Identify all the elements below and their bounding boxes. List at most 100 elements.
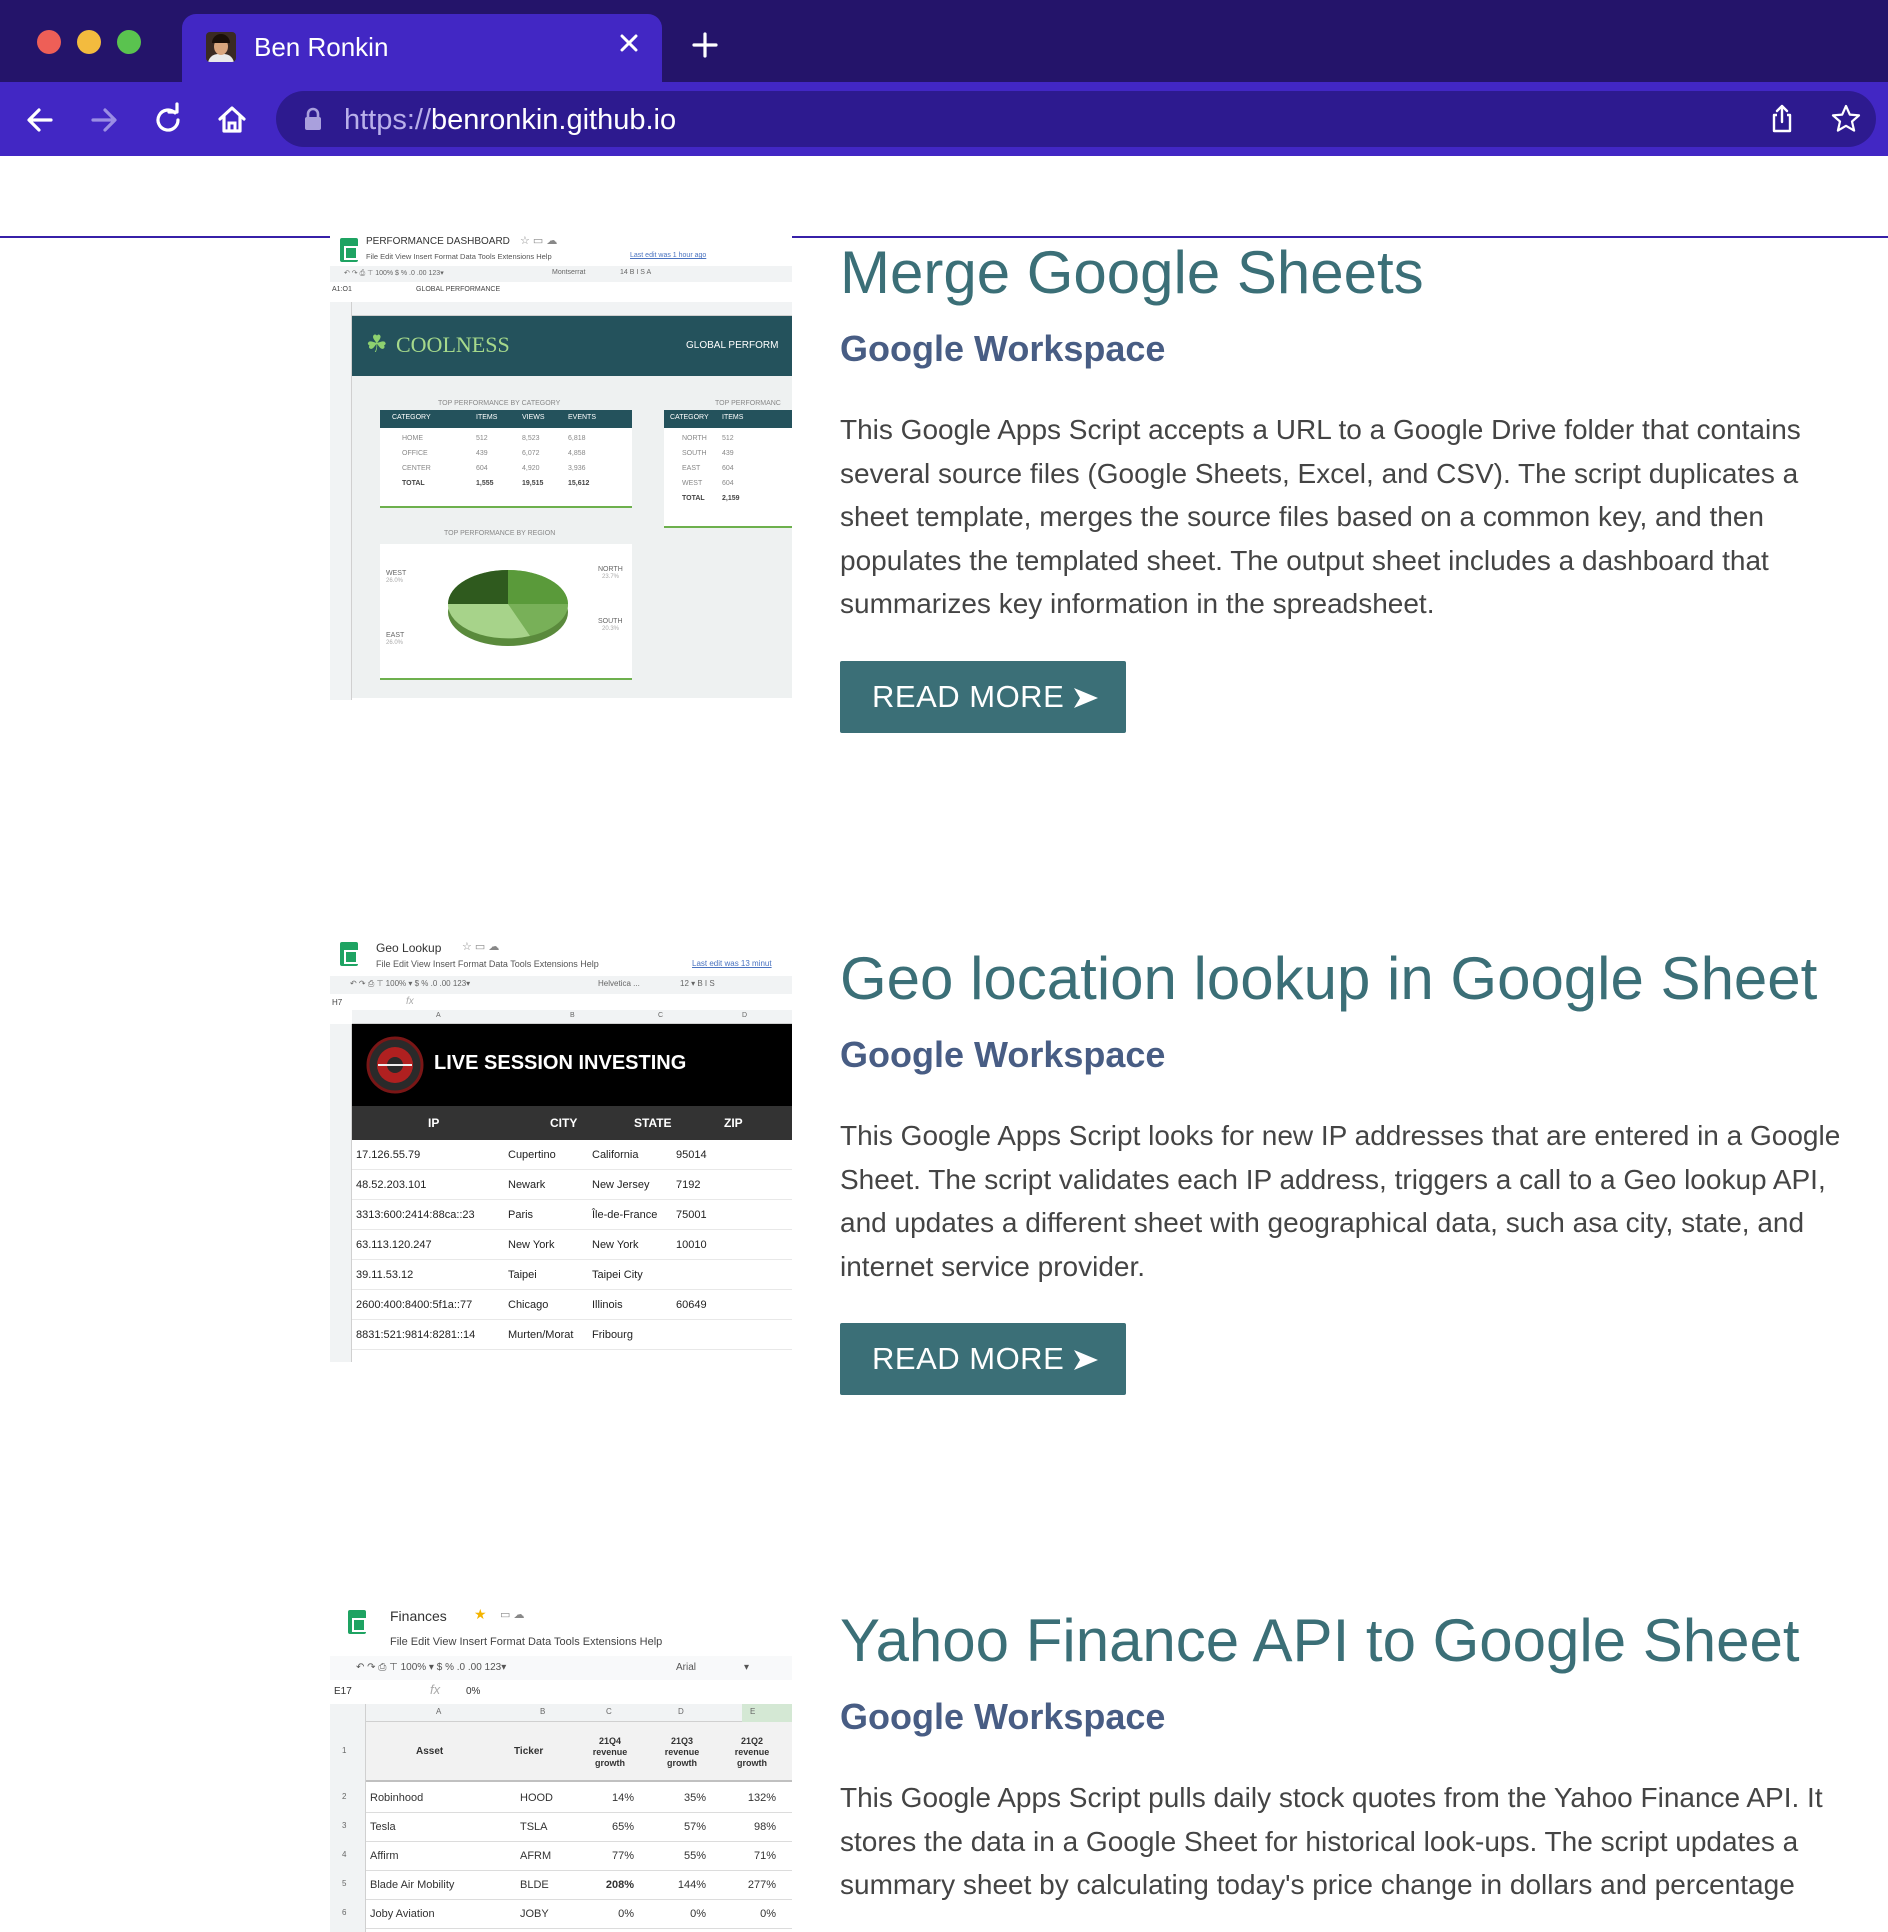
table-cell: 3,936 (568, 465, 586, 472)
geo-banner: LIVE SESSION INVESTING (352, 1024, 792, 1106)
table-cell: Tesla (370, 1821, 396, 1833)
browser-tab-active[interactable]: Ben Ronkin (182, 14, 662, 82)
browser-tab-bar: Ben Ronkin (0, 0, 1888, 82)
table-row: 4 Affirm AFRM 77% 55% 71% (342, 1842, 792, 1871)
table-cell: Taipei City (592, 1269, 643, 1281)
table-cell: New York (508, 1239, 555, 1251)
table-cell: 604 (722, 465, 734, 472)
table-cell: 17.126.55.79 (356, 1149, 421, 1161)
post-category: Google Workspace (840, 328, 1166, 369)
table-cell: EAST (682, 465, 701, 472)
row-number: 6 (342, 1908, 347, 1917)
reload-icon[interactable] (148, 100, 188, 140)
table-cell: 6,072 (522, 450, 540, 457)
table-cell: Robinhood (370, 1792, 424, 1804)
sheets-icon (340, 238, 358, 262)
address-bar[interactable]: https://benronkin.github.io (276, 91, 1876, 147)
table-cell: Chicago (508, 1299, 549, 1311)
close-tab-icon[interactable] (614, 28, 644, 58)
home-icon[interactable] (212, 100, 252, 140)
sheet-doc-name: PERFORMANCE DASHBOARD (366, 236, 510, 247)
table-header-cell: EVENTS (568, 414, 597, 421)
table-cell: 4,920 (522, 465, 540, 472)
star-icon: ☆ ▭ ☁ (520, 235, 558, 247)
read-more-label: READ MORE (872, 1341, 1065, 1376)
table-row: 63.113.120.247 New York New York 10010 (352, 1230, 792, 1260)
tab-title: Ben Ronkin (254, 32, 389, 62)
clover-icon: ☘ (366, 330, 388, 358)
table-cell: 48.52.203.101 (356, 1179, 427, 1191)
post-title[interactable]: Yahoo Finance API to Google Sheet (840, 1606, 1800, 1675)
sheet-doc-name: Finances (390, 1608, 447, 1624)
bookmark-star-icon[interactable] (1830, 103, 1862, 135)
sheet-menu: File Edit View Insert Format Data Tools … (366, 252, 552, 261)
dashboard-banner: ☘ COOLNESS GLOBAL PERFORM (352, 316, 792, 376)
post-thumbnail-dashboard[interactable]: PERFORMANCE DASHBOARD ☆ ▭ ☁ File Edit Vi… (330, 232, 792, 700)
table-cell: 604 (722, 480, 734, 487)
finance-header-row: Asset Ticker 21Q4 revenue growth 21Q3 re… (366, 1722, 792, 1782)
back-arrow-icon[interactable] (20, 100, 60, 140)
window-zoom-button[interactable] (117, 30, 141, 54)
window-close-button[interactable] (37, 30, 61, 54)
table-row: 3 Tesla TSLA 65% 57% 98% (342, 1813, 792, 1842)
table-cell: 439 (476, 450, 488, 457)
table-header-cell: CATEGORY (670, 414, 709, 421)
table-row: 6 Joby Aviation JOBY 0% 0% 0% (342, 1900, 792, 1929)
table-row: 2600:400:8400:5f1a::77 Chicago Illinois 606… (352, 1290, 792, 1320)
table-cell: New York (592, 1239, 639, 1251)
row-number: 5 (342, 1879, 347, 1888)
table-cell: 2,159 (722, 495, 740, 502)
table-cell: 8831:521:9814:8281::14 (356, 1329, 476, 1341)
read-more-button[interactable]: READ MORE (840, 1323, 1126, 1395)
table-cell: Cupertino (508, 1149, 556, 1161)
table-row: 5 Blade Air Mobility BLDE 208% 144% 277% (342, 1871, 792, 1900)
arrow-right-icon (1074, 1350, 1098, 1370)
table-cell: WEST (682, 480, 703, 487)
table-cell: Joby Aviation (370, 1908, 435, 1920)
table-cell: Murten/Morat (508, 1329, 574, 1341)
post-category: Google Workspace (840, 1696, 1166, 1737)
post-thumbnail-finance[interactable]: Finances ★ ▭ ☁ File Edit View Insert For… (330, 1600, 792, 1932)
table-row: 3313:600:2414:88ca::23 Paris Île-de-France… (352, 1200, 792, 1230)
post-category: Google Workspace (840, 1034, 1166, 1075)
table-cell: Newark (508, 1179, 546, 1191)
row-number: 4 (342, 1850, 347, 1859)
post-thumbnail-geo[interactable]: Geo Lookup ☆ ▭ ☁ File Edit View Insert F… (330, 938, 792, 1362)
read-more-button[interactable]: READ MORE (840, 661, 1126, 733)
row-number: 2 (342, 1792, 347, 1801)
share-icon[interactable] (1766, 103, 1798, 135)
table-header-cell: ITEMS (722, 414, 744, 421)
row-number: 3 (342, 1821, 347, 1830)
table-cell: Île-de-France (592, 1209, 658, 1221)
new-tab-icon[interactable] (690, 30, 720, 60)
table-cell: 60649 (676, 1299, 707, 1311)
table-cell: 95014 (676, 1149, 707, 1161)
table-cell: CENTER (402, 465, 431, 472)
table-cell: 512 (722, 435, 734, 442)
table-cell: SOUTH (682, 450, 707, 457)
table-cell: OFFICE (402, 450, 428, 457)
table-cell: Fribourg (592, 1329, 633, 1341)
table-cell: New Jersey (592, 1179, 650, 1191)
forward-arrow-icon[interactable] (84, 100, 124, 140)
table-cell: HOME (402, 435, 423, 442)
table-row: 48.52.203.101 Newark New Jersey 7192 (352, 1170, 792, 1200)
table-cell: 75001 (676, 1209, 707, 1221)
table-cell: 15,612 (568, 480, 590, 487)
table-cell: 10010 (676, 1239, 707, 1251)
window-minimize-button[interactable] (77, 30, 101, 54)
post-description: This Google Apps Script looks for new IP… (840, 1120, 1841, 1282)
table-row: 2 Robinhood HOOD 14% 35% 132% (342, 1784, 792, 1813)
table-cell: Taipei (508, 1269, 537, 1281)
table-cell: BLDE (520, 1879, 549, 1891)
table-cell: 7192 (676, 1179, 701, 1191)
pie-chart-icon (447, 570, 569, 646)
post-description: This Google Apps Script accepts a URL to… (840, 414, 1801, 619)
table-cell: JOBY (520, 1908, 549, 1920)
table-cell: Affirm (370, 1850, 399, 1862)
table-cell: California (592, 1149, 639, 1161)
post-title[interactable]: Geo location lookup in Google Sheet (840, 944, 1817, 1013)
post-title[interactable]: Merge Google Sheets (840, 238, 1424, 307)
lock-icon (305, 107, 321, 130)
table-cell: TOTAL (682, 495, 705, 502)
